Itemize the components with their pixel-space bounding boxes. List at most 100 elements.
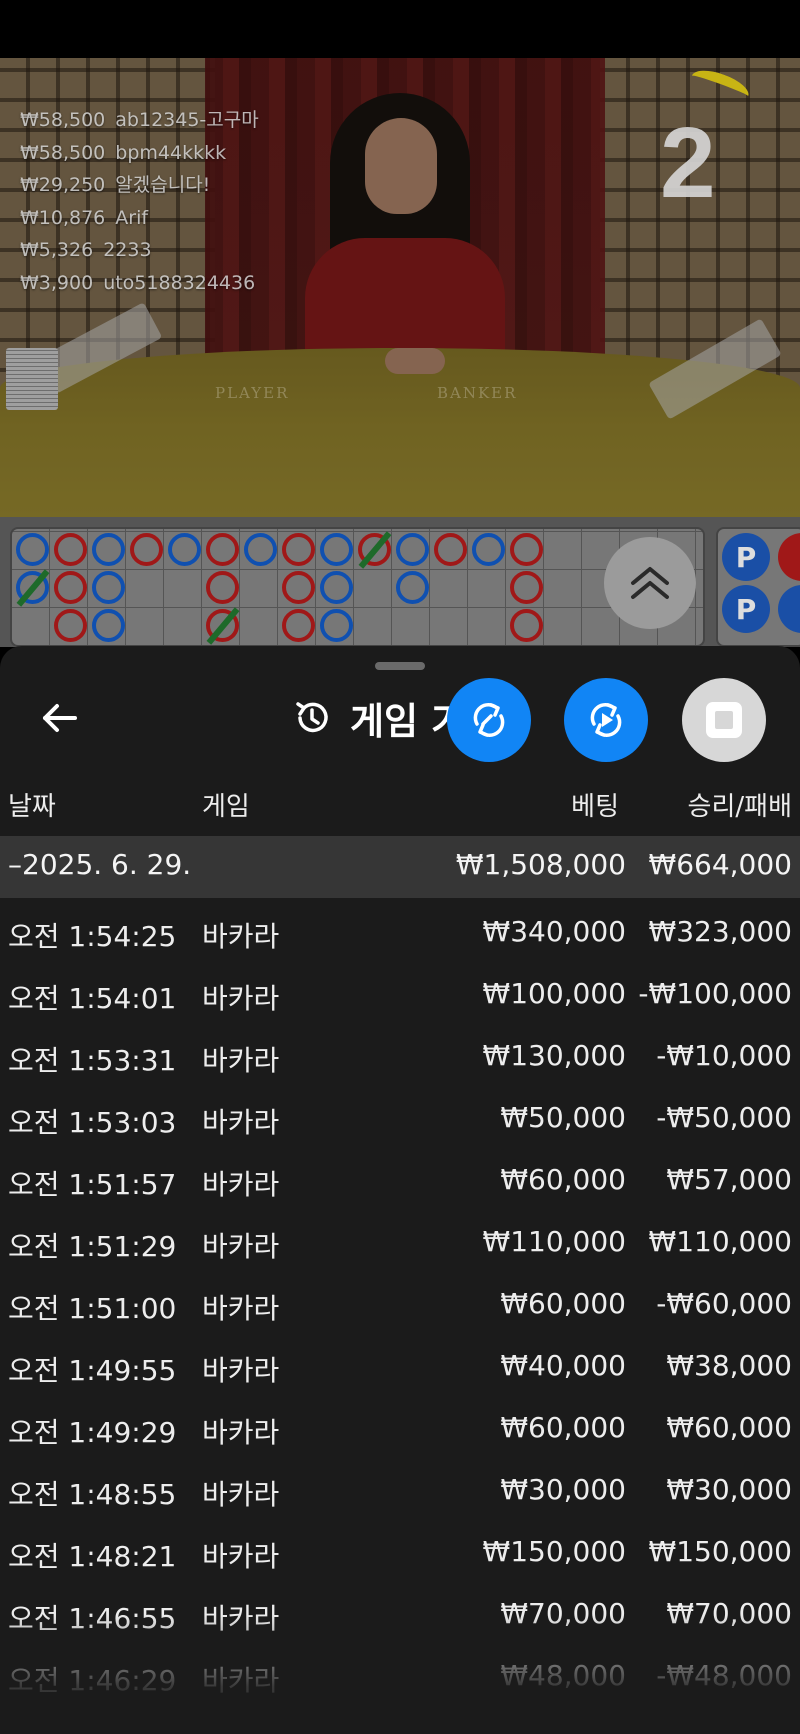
live-bet-amount: ₩10,876: [20, 206, 106, 229]
day-date: –2025. 6. 29.: [8, 848, 192, 881]
row-bet: ₩50,000: [500, 1101, 626, 1134]
live-bet-user: Arif: [115, 206, 149, 229]
row-game: 바카라: [202, 982, 280, 1015]
history-row[interactable]: 오전 1:48:55 바카라 ₩30,000 ₩30,000: [0, 1456, 800, 1518]
history-icon: [296, 702, 328, 733]
row-bet: ₩60,000: [500, 1411, 626, 1444]
live-video: PLAYER BANKER ₩58,500 ab12345-고구마 ₩58,500 b…: [0, 58, 800, 517]
road-bead-player: [92, 571, 125, 604]
row-time: 오전 1:49:29: [8, 1416, 177, 1449]
replay-button[interactable]: [564, 678, 648, 762]
road-bead-banker: [54, 571, 87, 604]
row-game: 바카라: [202, 1478, 280, 1511]
road-bead-player: [320, 533, 353, 566]
history-row[interactable]: 오전 1:49:55 바카라 ₩40,000 ₩38,000: [0, 1332, 800, 1394]
road-bead-player: [320, 609, 353, 642]
arrow-left-icon: [43, 704, 77, 732]
day-summary-row[interactable]: –2025. 6. 29. ₩1,508,000 ₩664,000: [0, 836, 800, 898]
row-time: 오전 1:51:29: [8, 1230, 177, 1263]
stop-button[interactable]: [682, 678, 766, 762]
live-bet-amount: ₩58,500: [20, 109, 106, 131]
live-bet-entry: ₩58,500 ab12345-고구마: [20, 104, 259, 137]
column-header-game[interactable]: 게임: [202, 786, 250, 823]
live-bet-user: ab12345-고구마: [115, 109, 259, 131]
row-bet: ₩30,000: [500, 1473, 626, 1506]
road-bead-banker: [282, 533, 315, 566]
status-bar: [0, 0, 800, 58]
row-time: 오전 1:53:31: [8, 1044, 177, 1077]
history-row[interactable]: 오전 1:51:00 바카라 ₩60,000 -₩60,000: [0, 1270, 800, 1332]
row-game: 바카라: [202, 1354, 280, 1387]
bead-player: [778, 585, 800, 633]
live-bet-entry: ₩29,250 알겠습니다!: [20, 169, 259, 202]
row-time: 오전 1:54:01: [8, 982, 177, 1015]
row-result: -₩10,000: [656, 1039, 792, 1072]
row-result: ₩30,000: [666, 1473, 792, 1506]
row-result: ₩150,000: [648, 1535, 792, 1568]
list-fade-overlay: [0, 1614, 800, 1734]
auto-rotate-icon: [473, 703, 505, 737]
sheet-header: 게임 기: [292, 692, 465, 744]
row-game: 바카라: [202, 1106, 280, 1139]
expand-scoreboard-button[interactable]: [604, 537, 696, 629]
row-result: ₩323,000: [648, 915, 792, 948]
bead-player: P: [722, 533, 770, 581]
row-bet: ₩40,000: [500, 1349, 626, 1382]
road-bead-banker: [510, 571, 543, 604]
row-result: ₩57,000: [666, 1163, 792, 1196]
row-bet: ₩340,000: [482, 915, 626, 948]
history-row[interactable]: 오전 1:51:57 바카라 ₩60,000 ₩57,000: [0, 1146, 800, 1208]
live-bet-entry: ₩3,900 uto5188324436: [20, 267, 259, 300]
bead-plate[interactable]: P P: [716, 527, 800, 647]
bead-player: P: [722, 585, 770, 633]
road-bead-player: [396, 571, 429, 604]
row-game: 바카라: [202, 1292, 280, 1325]
history-row[interactable]: 오전 1:54:01 바카라 ₩100,000 -₩100,000: [0, 960, 800, 1022]
back-button[interactable]: [34, 692, 86, 744]
row-bet: ₩130,000: [482, 1039, 626, 1072]
row-result: -₩50,000: [656, 1101, 792, 1134]
history-row[interactable]: 오전 1:53:31 바카라 ₩130,000 -₩10,000: [0, 1022, 800, 1084]
road-bead-banker: [434, 533, 467, 566]
row-time: 오전 1:49:55: [8, 1354, 177, 1387]
live-bet-entry: ₩5,326 2233: [20, 234, 259, 267]
road-bead-banker: [282, 571, 315, 604]
history-row[interactable]: 오전 1:49:29 바카라 ₩60,000 ₩60,000: [0, 1394, 800, 1456]
road-bead-banker: [206, 571, 239, 604]
road-bead-banker: [206, 533, 239, 566]
row-result: ₩60,000: [666, 1411, 792, 1444]
live-bet-amount: ₩29,250: [20, 174, 106, 196]
history-row[interactable]: 오전 1:48:21 바카라 ₩150,000 ₩150,000: [0, 1518, 800, 1580]
live-bet-user: 2233: [103, 239, 152, 261]
history-row[interactable]: 오전 1:51:29 바카라 ₩110,000 ₩110,000: [0, 1208, 800, 1270]
row-result: ₩38,000: [666, 1349, 792, 1382]
history-row[interactable]: 오전 1:53:03 바카라 ₩50,000 -₩50,000: [0, 1084, 800, 1146]
road-bead-player: [92, 609, 125, 642]
column-header-date[interactable]: 날짜: [8, 786, 56, 823]
row-time: 오전 1:48:21: [8, 1540, 177, 1573]
sheet-grabber[interactable]: [375, 662, 425, 670]
live-bet-user: 알겠습니다!: [115, 174, 211, 196]
row-bet: ₩60,000: [500, 1287, 626, 1320]
row-game: 바카라: [202, 920, 280, 953]
road-bead-banker: [282, 609, 315, 642]
day-result-total: ₩664,000: [648, 848, 792, 881]
row-game: 바카라: [202, 1044, 280, 1077]
column-header-bet[interactable]: 베팅: [571, 786, 619, 823]
road-bead-banker: [510, 609, 543, 642]
row-bet: ₩100,000: [482, 977, 626, 1010]
row-game: 바카라: [202, 1416, 280, 1449]
autoplay-button[interactable]: [447, 678, 531, 762]
road-bead-player: [320, 571, 353, 604]
row-game: 바카라: [202, 1168, 280, 1201]
row-time: 오전 1:51:57: [8, 1168, 177, 1201]
live-bet-amount: ₩3,900: [20, 271, 94, 294]
column-header-result[interactable]: 승리/패배: [688, 786, 792, 823]
stop-icon: [706, 702, 742, 738]
live-bets-list: ₩58,500 ab12345-고구마 ₩58,500 bpm44kkkk ₩29,25…: [20, 104, 259, 299]
day-bet-total: ₩1,508,000: [455, 848, 626, 881]
history-row[interactable]: 오전 1:54:25 바카라 ₩340,000 ₩323,000: [0, 898, 800, 960]
double-chevron-up-icon: [631, 567, 669, 599]
big-road[interactable]: [10, 527, 705, 647]
row-time: 오전 1:54:25: [8, 920, 177, 953]
